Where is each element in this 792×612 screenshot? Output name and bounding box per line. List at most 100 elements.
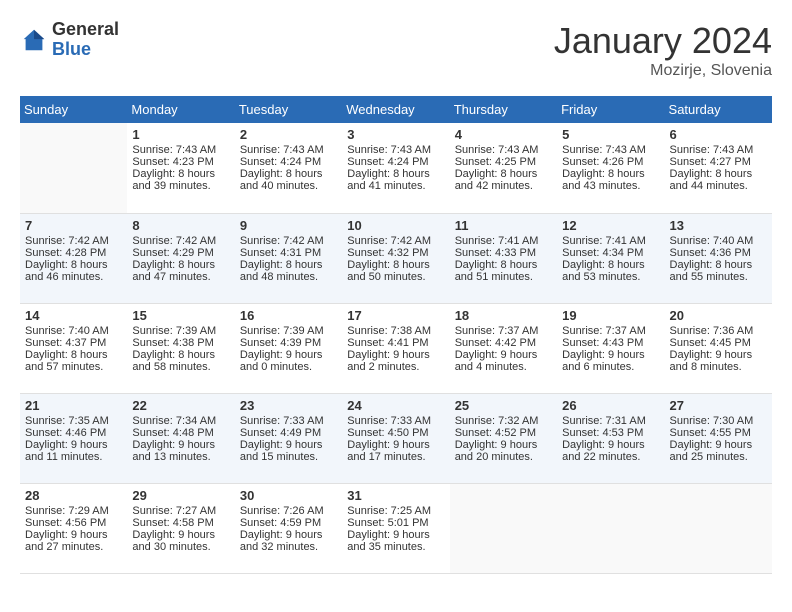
sunset-text: Sunset: 4:23 PM bbox=[132, 156, 229, 168]
sunrise-text: Sunrise: 7:34 AM bbox=[132, 415, 229, 427]
calendar-table: Sunday Monday Tuesday Wednesday Thursday… bbox=[20, 96, 772, 574]
day-number: 2 bbox=[240, 127, 337, 142]
table-row: 2Sunrise: 7:43 AMSunset: 4:24 PMDaylight… bbox=[235, 123, 342, 213]
sunset-text: Sunset: 4:24 PM bbox=[347, 156, 444, 168]
sunset-text: Sunset: 4:28 PM bbox=[25, 247, 122, 259]
sunrise-text: Sunrise: 7:39 AM bbox=[132, 325, 229, 337]
calendar-week-row: 28Sunrise: 7:29 AMSunset: 4:56 PMDayligh… bbox=[20, 483, 772, 573]
sunrise-text: Sunrise: 7:26 AM bbox=[240, 505, 337, 517]
day-number: 18 bbox=[455, 308, 552, 323]
table-row: 4Sunrise: 7:43 AMSunset: 4:25 PMDaylight… bbox=[450, 123, 557, 213]
table-row: 27Sunrise: 7:30 AMSunset: 4:55 PMDayligh… bbox=[665, 393, 772, 483]
day-number: 14 bbox=[25, 308, 122, 323]
daylight-text: Daylight: 9 hours and 8 minutes. bbox=[670, 349, 767, 373]
daylight-text: Daylight: 8 hours and 48 minutes. bbox=[240, 259, 337, 283]
sunrise-text: Sunrise: 7:43 AM bbox=[132, 144, 229, 156]
sunset-text: Sunset: 4:58 PM bbox=[132, 517, 229, 529]
day-number: 19 bbox=[562, 308, 659, 323]
table-row: 14Sunrise: 7:40 AMSunset: 4:37 PMDayligh… bbox=[20, 303, 127, 393]
day-number: 22 bbox=[132, 398, 229, 413]
table-row bbox=[20, 123, 127, 213]
table-row: 17Sunrise: 7:38 AMSunset: 4:41 PMDayligh… bbox=[342, 303, 449, 393]
header-thursday: Thursday bbox=[450, 96, 557, 123]
table-row: 11Sunrise: 7:41 AMSunset: 4:33 PMDayligh… bbox=[450, 213, 557, 303]
page-header: General Blue January 2024 Mozirje, Slove… bbox=[20, 20, 772, 80]
table-row bbox=[557, 483, 664, 573]
sunset-text: Sunset: 4:34 PM bbox=[562, 247, 659, 259]
sunrise-text: Sunrise: 7:40 AM bbox=[670, 235, 767, 247]
table-row: 7Sunrise: 7:42 AMSunset: 4:28 PMDaylight… bbox=[20, 213, 127, 303]
daylight-text: Daylight: 8 hours and 50 minutes. bbox=[347, 259, 444, 283]
sunrise-text: Sunrise: 7:41 AM bbox=[562, 235, 659, 247]
table-row: 3 Sunrise: 7:43 AMSunset: 4:24 PMDaylight… bbox=[342, 123, 449, 213]
sunrise-text: Sunrise: 7:39 AM bbox=[240, 325, 337, 337]
daylight-text: Daylight: 9 hours and 13 minutes. bbox=[132, 439, 229, 463]
month-year-title: January 2024 bbox=[554, 20, 772, 62]
table-row: 22Sunrise: 7:34 AMSunset: 4:48 PMDayligh… bbox=[127, 393, 234, 483]
sunset-text: Sunset: 4:53 PM bbox=[562, 427, 659, 439]
day-number: 12 bbox=[562, 218, 659, 233]
calendar-week-row: 1Sunrise: 7:43 AMSunset: 4:23 PMDaylight… bbox=[20, 123, 772, 213]
daylight-text: Daylight: 8 hours and 41 minutes. bbox=[347, 168, 444, 192]
calendar-week-row: 21 Sunrise: 7:35 AMSunset: 4:46 PM Dayligh… bbox=[20, 393, 772, 483]
sunrise-text: Sunrise: 7:43 AM bbox=[347, 144, 444, 156]
sunset-text: Sunset: 4:42 PM bbox=[455, 337, 552, 349]
table-row: 29 Sunrise: 7:27 AMSunset: 4:58 PMDayligh… bbox=[127, 483, 234, 573]
sunset-text: Sunset: 4:29 PM bbox=[132, 247, 229, 259]
sunrise-text: Sunrise: 7:41 AM bbox=[455, 235, 552, 247]
daylight-text: Daylight: 8 hours and 46 minutes. bbox=[25, 259, 122, 283]
sunset-text: Sunset: 5:01 PM bbox=[347, 517, 444, 529]
sunset-text: Sunset: 4:39 PM bbox=[240, 337, 337, 349]
daylight-text: Daylight: 9 hours and 30 minutes. bbox=[132, 529, 229, 553]
day-number: 20 bbox=[670, 308, 767, 323]
day-number: 28 bbox=[25, 488, 122, 503]
daylight-text: Daylight: 9 hours and 35 minutes. bbox=[347, 529, 444, 553]
day-number: 3 bbox=[347, 127, 444, 142]
sunset-text: Sunset: 4:56 PM bbox=[25, 517, 122, 529]
table-row: 12Sunrise: 7:41 AMSunset: 4:34 PMDayligh… bbox=[557, 213, 664, 303]
day-number: 10 bbox=[347, 218, 444, 233]
sunset-text: Sunset: 4:46 PM bbox=[25, 427, 122, 439]
header-friday: Friday bbox=[557, 96, 664, 123]
daylight-text: Daylight: 9 hours and 6 minutes. bbox=[562, 349, 659, 373]
day-number: 21 bbox=[25, 398, 122, 413]
sunset-text: Sunset: 4:27 PM bbox=[670, 156, 767, 168]
day-number: 4 bbox=[455, 127, 552, 142]
daylight-text: Daylight: 9 hours and 27 minutes. bbox=[25, 529, 122, 553]
day-number: 30 bbox=[240, 488, 337, 503]
daylight-text: Daylight: 8 hours and 51 minutes. bbox=[455, 259, 552, 283]
sunrise-text: Sunrise: 7:27 AM bbox=[132, 505, 229, 517]
logo-text: General Blue bbox=[52, 20, 119, 60]
sunset-text: Sunset: 4:33 PM bbox=[455, 247, 552, 259]
table-row: 18Sunrise: 7:37 AMSunset: 4:42 PMDayligh… bbox=[450, 303, 557, 393]
sunset-text: Sunset: 4:37 PM bbox=[25, 337, 122, 349]
daylight-text: Daylight: 9 hours and 4 minutes. bbox=[455, 349, 552, 373]
table-row: 10Sunrise: 7:42 AMSunset: 4:32 PMDayligh… bbox=[342, 213, 449, 303]
sunset-text: Sunset: 4:52 PM bbox=[455, 427, 552, 439]
sunset-text: Sunset: 4:50 PM bbox=[347, 427, 444, 439]
header-tuesday: Tuesday bbox=[235, 96, 342, 123]
logo-icon bbox=[20, 26, 48, 54]
sunrise-text: Sunrise: 7:42 AM bbox=[132, 235, 229, 247]
daylight-text: Daylight: 9 hours and 25 minutes. bbox=[670, 439, 767, 463]
daylight-text: Daylight: 9 hours and 0 minutes. bbox=[240, 349, 337, 373]
calendar-week-row: 14Sunrise: 7:40 AMSunset: 4:37 PMDayligh… bbox=[20, 303, 772, 393]
sunrise-text: Sunrise: 7:25 AM bbox=[347, 505, 444, 517]
header-monday: Monday bbox=[127, 96, 234, 123]
sunrise-text: Sunrise: 7:37 AM bbox=[562, 325, 659, 337]
table-row: 1Sunrise: 7:43 AMSunset: 4:23 PMDaylight… bbox=[127, 123, 234, 213]
sunrise-text: Sunrise: 7:35 AM bbox=[25, 415, 122, 427]
day-number: 8 bbox=[132, 218, 229, 233]
sunrise-text: Sunrise: 7:43 AM bbox=[670, 144, 767, 156]
logo: General Blue bbox=[20, 20, 119, 60]
calendar-week-row: 7Sunrise: 7:42 AMSunset: 4:28 PMDaylight… bbox=[20, 213, 772, 303]
day-number: 24 bbox=[347, 398, 444, 413]
day-number: 29 bbox=[132, 488, 229, 503]
day-number: 31 bbox=[347, 488, 444, 503]
day-number: 5 bbox=[562, 127, 659, 142]
sunrise-text: Sunrise: 7:33 AM bbox=[347, 415, 444, 427]
table-row: 25Sunrise: 7:32 AMSunset: 4:52 PMDayligh… bbox=[450, 393, 557, 483]
table-row: 6Sunrise: 7:43 AMSunset: 4:27 PMDaylight… bbox=[665, 123, 772, 213]
table-row: 23Sunrise: 7:33 AMSunset: 4:49 PMDayligh… bbox=[235, 393, 342, 483]
daylight-text: Daylight: 8 hours and 57 minutes. bbox=[25, 349, 122, 373]
